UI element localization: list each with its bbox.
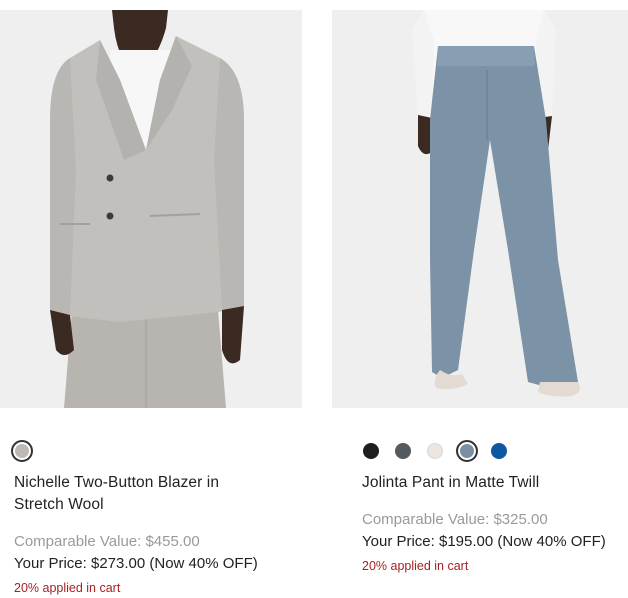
comparable-value: Comparable Value: $455.00 xyxy=(14,533,200,550)
color-swatch-blue-grey[interactable] xyxy=(456,440,478,462)
promo-text: 20% applied in cart xyxy=(14,581,121,595)
color-swatch-grey[interactable] xyxy=(11,440,33,462)
color-swatches xyxy=(363,440,523,462)
product-card-pant: Jolinta Pant in Matte Twill Comparable V… xyxy=(332,10,628,573)
comparable-value: Comparable Value: $325.00 xyxy=(362,511,548,528)
product-card-blazer: Nichelle Two-Button Blazer in Stretch Wo… xyxy=(0,10,302,595)
pant-photo xyxy=(332,10,628,408)
color-swatches xyxy=(11,440,46,462)
product-grid: Nichelle Two-Button Blazer in Stretch Wo… xyxy=(0,0,628,598)
color-swatch-black[interactable] xyxy=(363,443,379,459)
color-swatch-blue[interactable] xyxy=(491,443,507,459)
product-name[interactable]: Nichelle Two-Button Blazer in Stretch Wo… xyxy=(14,472,264,516)
product-name[interactable]: Jolinta Pant in Matte Twill xyxy=(362,472,624,494)
color-swatch-charcoal[interactable] xyxy=(395,443,411,459)
promo-text: 20% applied in cart xyxy=(362,559,469,573)
color-swatch-ivory[interactable] xyxy=(427,443,443,459)
your-price: Your Price: $273.00 (Now 40% OFF) xyxy=(14,555,258,572)
your-price: Your Price: $195.00 (Now 40% OFF) xyxy=(362,533,606,550)
product-image-pant[interactable] xyxy=(332,10,628,408)
product-image-blazer[interactable] xyxy=(0,10,302,408)
blazer-photo xyxy=(0,10,302,408)
